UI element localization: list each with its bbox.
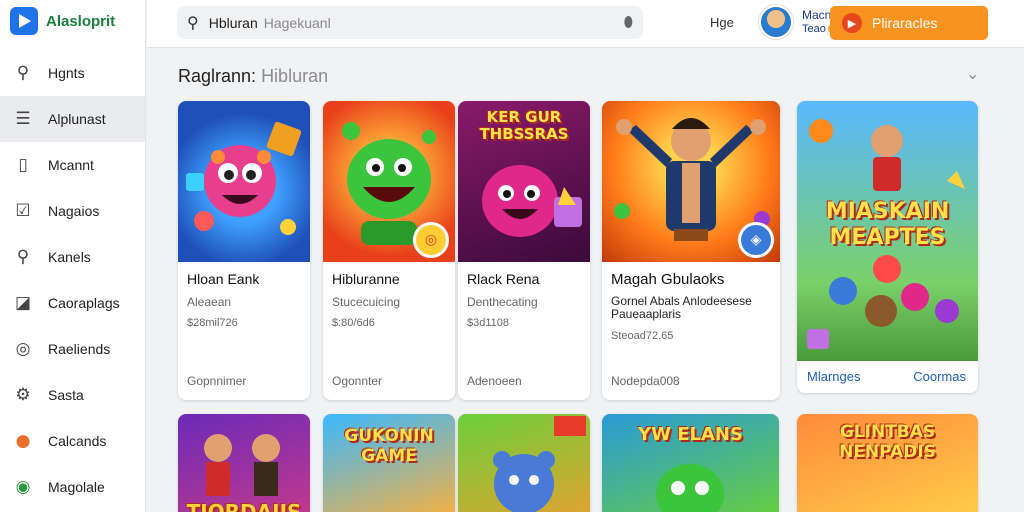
search-icon: ⚲: [187, 13, 199, 32]
game-card-row2[interactable]: GUKONIN GAME: [323, 414, 455, 512]
game-price: Steoad72.65: [611, 330, 674, 342]
logo-icon: [10, 7, 38, 35]
top-bar: ⚲ Hbluran Hagekuanl ⬮ Hge Macnes Teao ▶ …: [147, 0, 1024, 48]
game-card[interactable]: ◈ Magah Gbulaoks Gornel Abals Anlodeeses…: [602, 101, 780, 400]
app-name: Alasloprit: [46, 12, 116, 30]
game-price: $:80/6d6: [332, 317, 375, 329]
sidebar-item-label: Alplunast: [48, 111, 106, 127]
art-title: TIORDAIIS: [186, 500, 302, 512]
dots-icon: ◎: [15, 339, 31, 359]
game-title: Hibluranne: [332, 271, 400, 287]
sidebar-item-label: Hgnts: [48, 65, 85, 81]
sidebar-item-10[interactable]: ◉ Magolale: [0, 464, 145, 510]
game-card-row2[interactable]: YW ELANS: [602, 414, 779, 512]
game-developer: Aleaean: [187, 295, 232, 309]
sidebar: Alasloprit ⚲ Hgnts ☰ Alplunast ▯ Mcannt …: [0, 0, 146, 512]
section-title-main: Raglrann:: [178, 66, 257, 86]
game-card-row2[interactable]: [458, 414, 590, 512]
search-icon: ⚲: [16, 247, 30, 267]
avatar[interactable]: [759, 5, 793, 39]
art-title: GUKONIN GAME: [344, 426, 434, 466]
game-card[interactable]: Hloan Eank Aleaean $28mil726 Gopnnimer: [178, 101, 310, 400]
sidebar-item-9[interactable]: ● Calcands: [0, 418, 145, 464]
search-input-value[interactable]: Hbluran: [209, 15, 258, 31]
sidebar-item-label: Kanels: [48, 249, 91, 265]
sidebar-item-label: Mcannt: [48, 157, 94, 173]
primary-action-label: Pliraracles: [872, 15, 938, 31]
game-price: $28mil726: [187, 317, 238, 329]
app-logo[interactable]: Alasloprit: [0, 0, 145, 42]
art-title: GLINTBAS NENPADIS: [839, 422, 936, 462]
game-card-row2[interactable]: TIORDAIIS: [178, 414, 310, 512]
game-thumbnail: ◈: [602, 101, 780, 262]
game-footer: Nodepda008: [611, 374, 680, 388]
microphone-icon[interactable]: ⬮: [624, 13, 633, 31]
info-icon: ▯: [18, 155, 28, 175]
duo-art: [204, 434, 280, 496]
search-bar[interactable]: ⚲ Hbluran Hagekuanl ⬮: [177, 6, 643, 39]
sidebar-item-label: Magolale: [48, 479, 105, 495]
featured-left-link[interactable]: Mlarnges: [807, 369, 860, 384]
game-title: Magah Gbulaoks: [611, 271, 725, 288]
checkbox-icon: ☑: [15, 201, 31, 221]
green-creature-art: [656, 464, 724, 512]
game-thumbnail: KER GUR THBSSRAS: [458, 101, 590, 262]
sidebar-item-4[interactable]: ☑ Nagaios: [0, 188, 145, 234]
sidebar-item-3[interactable]: ▯ Mcannt: [0, 142, 145, 188]
game-developer: Denthecating: [467, 295, 538, 309]
pink-monster-art: [482, 165, 582, 237]
badge-icon: ◎: [413, 222, 449, 258]
game-footer: Gopnnimer: [187, 374, 247, 388]
section-subtitle: Hibluran: [261, 66, 329, 86]
game-description: Gornel Abals Anlodeesese Paueaaplaris: [611, 294, 752, 321]
user-sub: Teao: [802, 23, 826, 35]
sidebar-item-2[interactable]: ☰ Alplunast: [0, 96, 145, 142]
featured-game-card[interactable]: MIASKAIN MEAPTES Mlarnges Coormas: [797, 101, 978, 393]
game-footer: Ogonnter: [332, 374, 383, 388]
circle-icon: ◉: [15, 477, 31, 497]
sidebar-item-5[interactable]: ⚲ Kanels: [0, 234, 145, 280]
game-price: $3d1108: [467, 317, 510, 329]
game-thumbnail: [178, 101, 310, 262]
sidebar-item-8[interactable]: ⚙ Sasta: [0, 372, 145, 418]
featured-art-title: MIASKAIN MEAPTES: [825, 199, 950, 250]
sidebar-item-7[interactable]: ◎ Raeliends: [0, 326, 145, 372]
game-card[interactable]: KER GUR THBSSRAS Rlack Rena Denthecating…: [458, 101, 590, 400]
sidebar-item-label: Nagaios: [48, 203, 100, 219]
sidebar-item-label: Caoraplags: [48, 295, 120, 311]
bear-art: [493, 416, 586, 512]
game-footer: Adenoeen: [467, 374, 522, 388]
monster-art: [186, 121, 302, 235]
section-title: Raglrann: Hibluran: [178, 66, 328, 87]
list-icon: ☰: [15, 109, 31, 129]
gear-icon: ⚙: [15, 385, 31, 405]
top-link[interactable]: Hge: [710, 15, 734, 30]
search-input-placeholder: Hagekuanl: [263, 14, 331, 31]
featured-thumbnail: MIASKAIN MEAPTES: [797, 101, 978, 361]
chart-icon: ◪: [14, 293, 32, 313]
sidebar-item-label: Raeliends: [48, 341, 111, 357]
game-thumbnail: ◎: [323, 101, 455, 262]
globe-icon: ●: [15, 431, 31, 451]
primary-action-button[interactable]: ▶ Pliraracles: [830, 6, 988, 40]
sidebar-item-label: Calcands: [48, 433, 107, 449]
game-title: Rlack Rena: [467, 271, 540, 287]
filter-icon: ⚲: [16, 63, 30, 83]
sidebar-item-label: Sasta: [48, 387, 84, 403]
sidebar-item-6[interactable]: ◪ Caoraplags: [0, 280, 145, 326]
badge-icon: ◈: [738, 222, 774, 258]
play-icon: ▶: [842, 13, 862, 33]
game-card[interactable]: ◎ Hibluranne Stucecuicing $:80/6d6 Ogonn…: [323, 101, 455, 400]
game-title: Hloan Eank: [187, 271, 260, 287]
game-card-row2[interactable]: GLINTBAS NENPADIS: [797, 414, 978, 512]
featured-right-link[interactable]: Coormas: [913, 369, 966, 384]
game-developer: Stucecuicing: [332, 295, 401, 309]
sidebar-item-1[interactable]: ⚲ Hgnts: [0, 50, 145, 96]
chevron-down-icon[interactable]: ⌄: [966, 64, 979, 83]
